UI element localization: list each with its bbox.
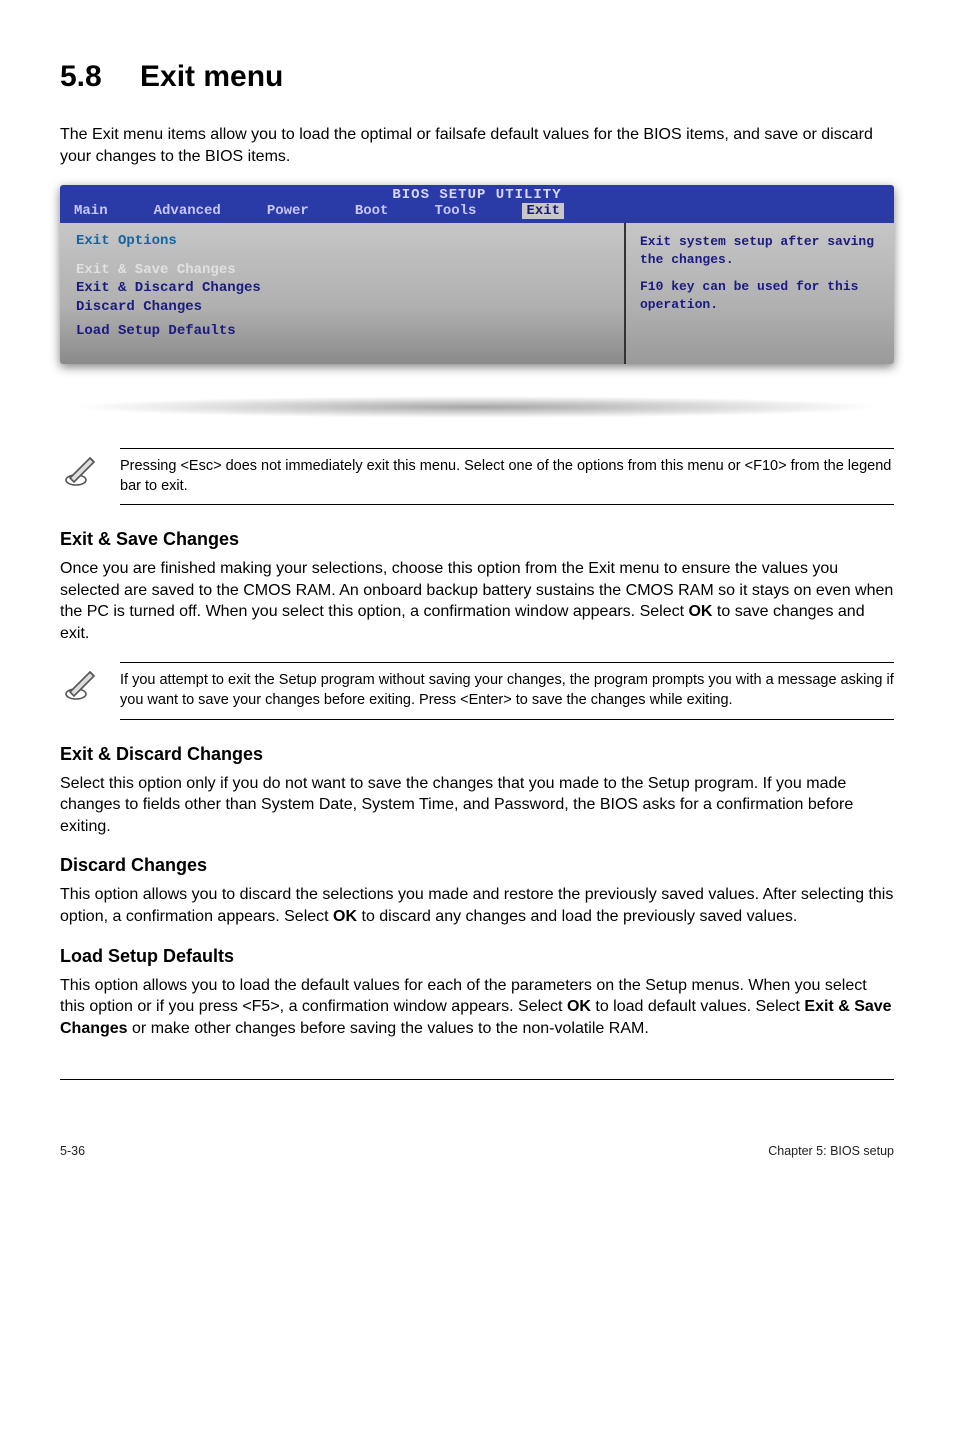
para-discard: This option allows you to discard the se… bbox=[60, 884, 894, 927]
pencil-note-icon bbox=[60, 448, 120, 497]
bios-menu-bar: Main Advanced Power Boot Tools Exit bbox=[60, 203, 894, 223]
pencil-note-icon bbox=[60, 662, 120, 711]
para-exit-save: Once you are finished making your select… bbox=[60, 558, 894, 644]
footer-page-number: 5-36 bbox=[60, 1144, 85, 1158]
bios-help-line1: Exit system setup after saving the chang… bbox=[640, 233, 880, 268]
para-exit-discard: Select this option only if you do not wa… bbox=[60, 773, 894, 838]
bios-item-discard: Discard Changes bbox=[76, 298, 608, 316]
note-text-1: Pressing <Esc> does not immediately exit… bbox=[120, 448, 894, 505]
page-heading: 5.8Exit menu bbox=[60, 60, 894, 94]
bios-menu-tools: Tools bbox=[434, 203, 476, 219]
subhead-load-defaults: Load Setup Defaults bbox=[60, 946, 894, 967]
intro-paragraph: The Exit menu items allow you to load th… bbox=[60, 124, 894, 167]
subhead-exit-discard: Exit & Discard Changes bbox=[60, 744, 894, 765]
bios-help-line2: F10 key can be used for this operation. bbox=[640, 278, 880, 313]
footer-chapter: Chapter 5: BIOS setup bbox=[768, 1144, 894, 1158]
bios-menu-advanced: Advanced bbox=[154, 203, 221, 219]
para-load-defaults: This option allows you to load the defau… bbox=[60, 975, 894, 1040]
bios-item-exit-save: Exit & Save Changes bbox=[76, 261, 608, 279]
bios-screenshot: BIOS SETUP UTILITY Main Advanced Power B… bbox=[60, 185, 894, 364]
bios-shadow bbox=[70, 396, 884, 418]
bios-menu-main: Main bbox=[74, 203, 108, 219]
note-text-2: If you attempt to exit the Setup program… bbox=[120, 662, 894, 719]
note-box-2: If you attempt to exit the Setup program… bbox=[60, 662, 894, 719]
subhead-exit-save: Exit & Save Changes bbox=[60, 529, 894, 550]
bios-item-exit-discard: Exit & Discard Changes bbox=[76, 279, 608, 297]
page-footer: 5-36 Chapter 5: BIOS setup bbox=[60, 1144, 894, 1158]
section-number: 5.8 bbox=[60, 60, 140, 94]
footer-rule: 5-36 Chapter 5: BIOS setup bbox=[60, 1079, 894, 1158]
subhead-discard: Discard Changes bbox=[60, 855, 894, 876]
bios-left-heading: Exit Options bbox=[76, 233, 608, 249]
note-box-1: Pressing <Esc> does not immediately exit… bbox=[60, 448, 894, 505]
bios-title: BIOS SETUP UTILITY bbox=[60, 185, 894, 203]
bios-left-pane: Exit Options Exit & Save Changes Exit & … bbox=[60, 223, 626, 364]
bios-help-pane: Exit system setup after saving the chang… bbox=[626, 223, 894, 364]
bios-body: Exit Options Exit & Save Changes Exit & … bbox=[60, 223, 894, 364]
bios-menu-boot: Boot bbox=[355, 203, 389, 219]
bios-menu-exit: Exit bbox=[522, 203, 564, 219]
bios-menu-power: Power bbox=[267, 203, 309, 219]
section-title: Exit menu bbox=[140, 60, 283, 93]
bios-item-load-defaults: Load Setup Defaults bbox=[76, 322, 608, 340]
